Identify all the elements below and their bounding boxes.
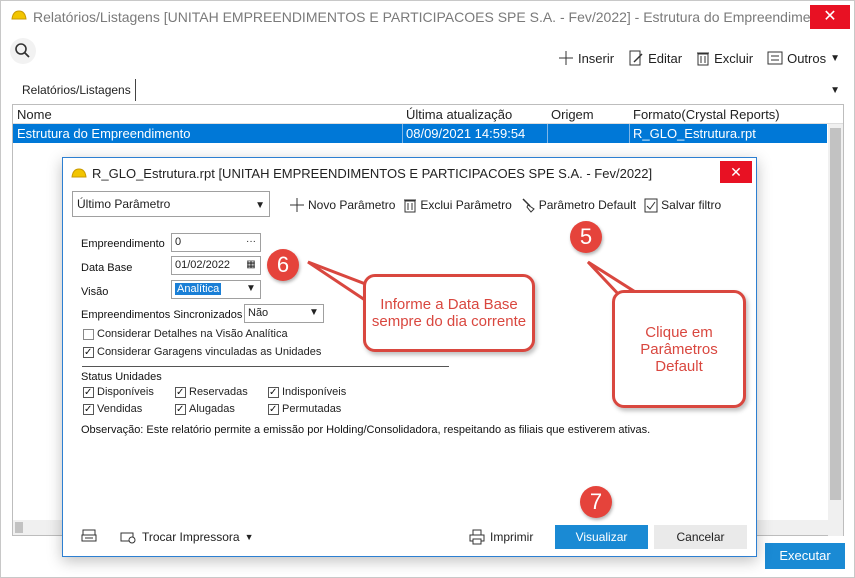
callout-default: Clique em Parâmetros Default: [612, 290, 746, 408]
callout-data-base-text: Informe a Data Base sempre do dia corren…: [371, 296, 527, 330]
step-badge-6: 6: [267, 249, 299, 281]
step-badge-5: 5: [570, 221, 602, 253]
step-badge-7: 7: [580, 486, 612, 518]
callout6-pointer: [307, 260, 370, 303]
callout-default-text: Clique em Parâmetros Default: [640, 323, 718, 375]
callout-data-base: Informe a Data Base sempre do dia corren…: [363, 274, 535, 352]
